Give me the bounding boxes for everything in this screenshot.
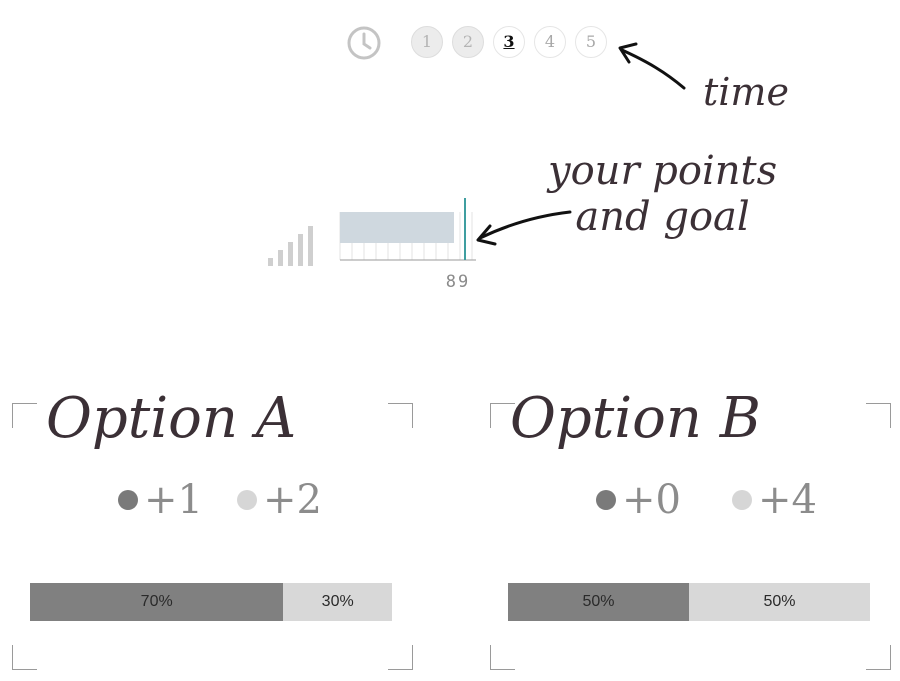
option-b-probability-bar: 50% 50% bbox=[508, 583, 870, 621]
probability-segment: 70% bbox=[30, 583, 284, 621]
corner-bracket bbox=[490, 645, 515, 670]
outcome-value: +1 bbox=[144, 477, 203, 523]
time-arrow bbox=[618, 42, 686, 90]
option-b-outcome-1: +0 bbox=[596, 477, 681, 523]
outcome-value: +0 bbox=[622, 477, 681, 523]
corner-bracket bbox=[866, 645, 891, 670]
option-a-outcome-2: +2 bbox=[237, 477, 322, 523]
option-b-outcome-2: +4 bbox=[732, 477, 817, 523]
probability-segment: 30% bbox=[283, 583, 392, 621]
corner-bracket bbox=[388, 645, 413, 670]
corner-bracket bbox=[866, 403, 891, 428]
signal-bars-icon bbox=[268, 226, 313, 266]
dark-dot-icon bbox=[596, 490, 616, 510]
points-annotation-line2: and goal bbox=[575, 194, 750, 240]
time-annotation: time bbox=[703, 70, 789, 114]
probability-segment: 50% bbox=[508, 583, 689, 621]
option-a-title: Option A bbox=[46, 386, 297, 451]
light-dot-icon bbox=[237, 490, 257, 510]
points-annotation-line1: your points bbox=[548, 148, 778, 194]
corner-bracket bbox=[12, 645, 37, 670]
option-b-title: Option B bbox=[510, 386, 761, 451]
option-a-probability-bar: 70% 30% bbox=[30, 583, 392, 621]
light-dot-icon bbox=[732, 490, 752, 510]
points-fill bbox=[340, 212, 454, 243]
probability-segment: 50% bbox=[689, 583, 870, 621]
dark-dot-icon bbox=[118, 490, 138, 510]
outcome-value: +2 bbox=[263, 477, 322, 523]
option-a-outcome-1: +1 bbox=[118, 477, 203, 523]
points-annotation: your points and goal bbox=[548, 148, 777, 240]
corner-bracket bbox=[12, 403, 37, 428]
goal-label: 89 bbox=[445, 272, 471, 292]
corner-bracket bbox=[388, 403, 413, 428]
points-progress bbox=[339, 198, 476, 261]
outcome-value: +4 bbox=[758, 477, 817, 523]
